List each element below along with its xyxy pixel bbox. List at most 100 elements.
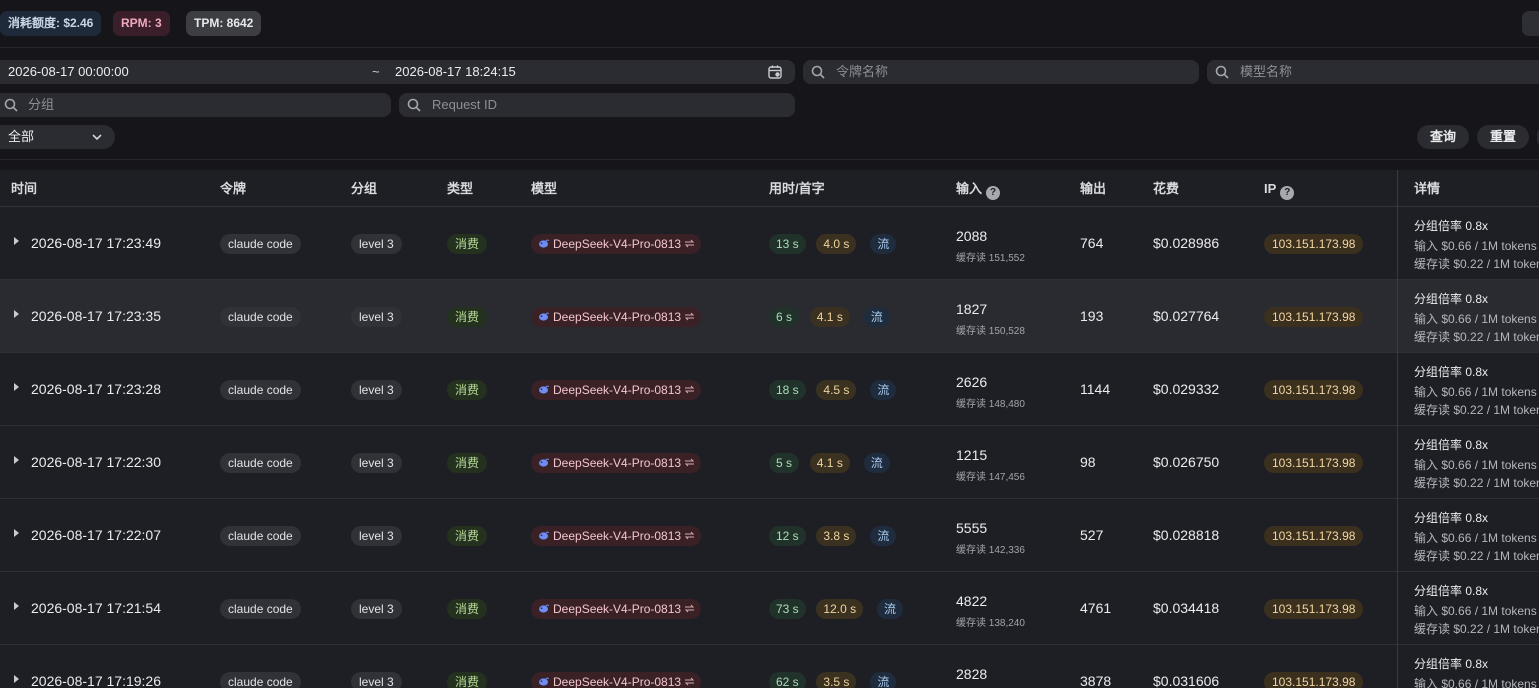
output-tokens: 527 (1080, 527, 1104, 543)
row-time: 2026-08-17 17:19:26 (31, 673, 161, 688)
type-tag: 消费 (447, 234, 488, 254)
ip-tag: 103.151.173.98 (1264, 526, 1364, 546)
input-tokens: 1827 (956, 301, 988, 317)
table-row[interactable]: 2026-08-17 17:21:54 claude code level 3 消费 D… (0, 572, 1539, 645)
rpm-stat-badge: RPM: 3 (113, 11, 170, 36)
model-name: DeepSeek-V4-Pro-0813 (553, 602, 682, 616)
deepseek-whale-icon (539, 312, 549, 321)
first-token-time-tag: 3.8 s (816, 526, 857, 546)
model-tag[interactable]: DeepSeek-V4-Pro-0813 (531, 526, 702, 546)
filter-panel: 2026-08-17 00:00:00 ~ 2026-08-17 18:24:1… (0, 48, 1539, 160)
first-token-time-tag: 3.5 s (816, 672, 857, 688)
model-name-placeholder: 模型名称 (1240, 64, 1293, 79)
input-price-text: 输入 $0.66 / 1M tokens (1414, 604, 1537, 618)
type-tag: 消费 (447, 307, 488, 327)
table-row[interactable]: 2026-08-17 17:23:49 claude code level 3 消费 D… (0, 207, 1539, 280)
input-price-text: 输入 $0.66 / 1M tokens (1414, 531, 1537, 545)
token-tag: claude code (220, 234, 301, 254)
cost-value: $0.028986 (1153, 235, 1220, 251)
expand-caret-icon[interactable] (14, 383, 19, 391)
type-select[interactable]: 全部 (0, 125, 115, 149)
row-time: 2026-08-17 17:23:35 (31, 308, 161, 324)
header-latency: 用时/首字 (769, 181, 825, 196)
deepseek-whale-icon (539, 531, 549, 540)
model-tag[interactable]: DeepSeek-V4-Pro-0813 (531, 672, 702, 688)
expand-caret-icon[interactable] (14, 310, 19, 318)
expand-caret-icon[interactable] (14, 237, 19, 245)
token-tag: claude code (220, 672, 301, 688)
request-id-search-field[interactable]: Request ID (399, 93, 795, 117)
table-row[interactable]: 2026-08-17 17:23:35 claude code level 3 消费 D… (0, 280, 1539, 353)
header-ip: IP? (1264, 170, 1295, 207)
model-mapping-icon (684, 458, 695, 467)
detail-cell: 分组倍率 0.8x 输入 $0.66 / 1M tokens 缓存读 $0.22 /… (1398, 280, 1539, 353)
expand-caret-icon[interactable] (14, 529, 19, 537)
cost-value: $0.026750 (1153, 454, 1220, 470)
type-tag: 消费 (447, 672, 488, 688)
calendar-icon[interactable] (768, 65, 782, 79)
input-price-text: 输入 $0.66 / 1M tokens (1414, 677, 1537, 688)
output-tokens: 98 (1080, 454, 1096, 470)
cost-value: $0.034418 (1153, 600, 1220, 616)
model-name: DeepSeek-V4-Pro-0813 (553, 383, 682, 397)
input-price-text: 输入 $0.66 / 1M tokens (1414, 458, 1537, 472)
row-time: 2026-08-17 17:21:54 (31, 600, 161, 616)
table-row[interactable]: 2026-08-17 17:23:28 claude code level 3 消费 D… (0, 353, 1539, 426)
model-name: DeepSeek-V4-Pro-0813 (553, 237, 682, 251)
output-tokens: 764 (1080, 235, 1104, 251)
header-token: 令牌 (220, 181, 247, 196)
group-ratio-text: 分组倍率 0.8x (1414, 292, 1489, 306)
model-tag[interactable]: DeepSeek-V4-Pro-0813 (531, 234, 702, 254)
model-name: DeepSeek-V4-Pro-0813 (553, 456, 682, 470)
stream-tag: 流 (863, 453, 890, 473)
model-name-search-field[interactable]: 模型名称 (1207, 60, 1539, 84)
model-tag[interactable]: DeepSeek-V4-Pro-0813 (531, 380, 702, 400)
help-icon[interactable]: ? (1280, 186, 1295, 200)
first-token-time-tag: 4.0 s (816, 234, 857, 254)
reset-button[interactable]: 重置 (1477, 125, 1529, 149)
header-cost: 花费 (1153, 181, 1180, 196)
token-name-search-field[interactable]: 令牌名称 (803, 60, 1199, 84)
header-input: 输入? (956, 170, 1001, 207)
model-mapping-icon (684, 239, 695, 248)
table-row[interactable]: 2026-08-17 17:19:26 claude code level 3 消费 D… (0, 645, 1539, 688)
group-ratio-text: 分组倍率 0.8x (1414, 365, 1489, 379)
header-time[interactable]: 时间 (11, 170, 37, 207)
header-type: 类型 (447, 181, 474, 196)
table-row[interactable]: 2026-08-17 17:22:30 claude code level 3 消费 D… (0, 426, 1539, 499)
token-name-placeholder: 令牌名称 (836, 64, 889, 79)
cache-read-tokens: 缓存读 150,528 (956, 326, 1025, 337)
expand-caret-icon[interactable] (14, 456, 19, 464)
group-tag: level 3 (351, 380, 402, 400)
model-tag[interactable]: DeepSeek-V4-Pro-0813 (531, 599, 702, 619)
topbar-action-button[interactable] (1522, 11, 1539, 36)
input-tokens: 4822 (956, 593, 988, 609)
query-button[interactable]: 查询 (1417, 125, 1469, 149)
cache-price-text: 缓存读 $0.22 / 1M tokens (1414, 330, 1539, 344)
cache-price-text: 缓存读 $0.22 / 1M tokens (1414, 476, 1539, 490)
model-tag[interactable]: DeepSeek-V4-Pro-0813 (531, 307, 702, 327)
group-search-field[interactable]: 分组 (0, 93, 391, 117)
date-range-picker[interactable]: 2026-08-17 00:00:00 ~ 2026-08-17 18:24:1… (0, 60, 795, 84)
stream-tag: 流 (870, 380, 897, 400)
output-tokens: 4761 (1080, 600, 1112, 616)
duration-tag: 18 s (769, 380, 806, 400)
group-tag: level 3 (351, 672, 402, 688)
cost-value: $0.031606 (1153, 673, 1220, 688)
help-icon[interactable]: ? (986, 186, 1001, 200)
expand-caret-icon[interactable] (14, 602, 19, 610)
search-icon (407, 98, 421, 112)
date-start-value: 2026-08-17 00:00:00 (8, 64, 129, 79)
row-time: 2026-08-17 17:22:30 (31, 454, 161, 470)
group-tag: level 3 (351, 599, 402, 619)
first-token-time-tag: 4.5 s (816, 380, 857, 400)
stats-bar: 消耗额度: $2.46 RPM: 3 TPM: 8642 (0, 0, 1539, 48)
detail-cell: 分组倍率 0.8x 输入 $0.66 / 1M tokens 缓存读 $0.22 /… (1398, 426, 1539, 499)
header-input-label: 输入 (956, 181, 983, 196)
detail-cell: 分组倍率 0.8x 输入 $0.66 / 1M tokens 缓存读 $0.22 /… (1398, 499, 1539, 572)
expand-caret-icon[interactable] (14, 675, 19, 683)
table-row[interactable]: 2026-08-17 17:22:07 claude code level 3 消费 D… (0, 499, 1539, 572)
model-tag[interactable]: DeepSeek-V4-Pro-0813 (531, 453, 702, 473)
output-tokens: 193 (1080, 308, 1104, 324)
type-tag: 消费 (447, 453, 488, 473)
